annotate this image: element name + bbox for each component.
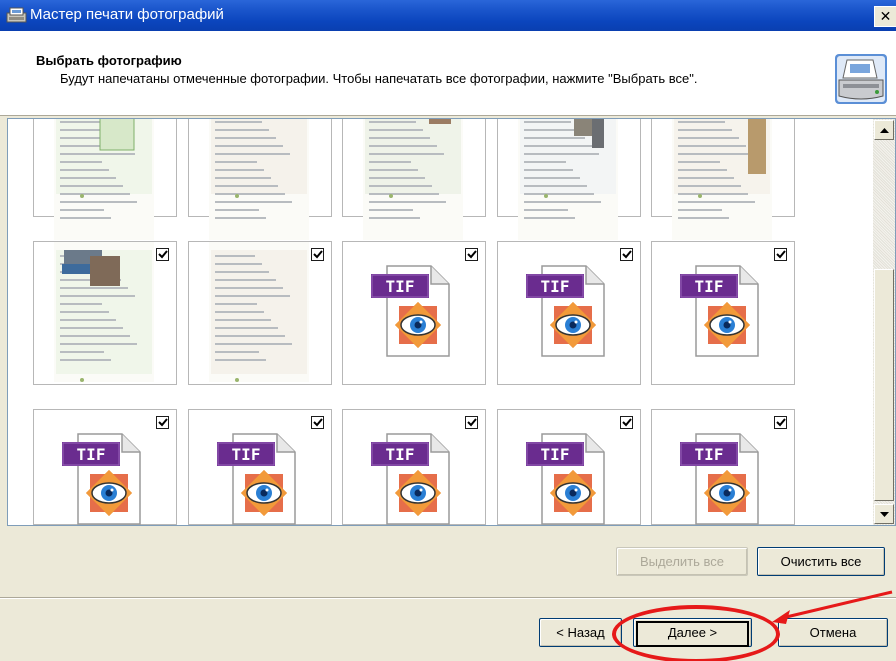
checkmark-icon <box>775 418 786 427</box>
tif-file-icon: TIF <box>680 433 759 525</box>
photo-thumbnail[interactable] <box>33 241 177 385</box>
scroll-down-button[interactable] <box>874 504 894 524</box>
checkmark-icon <box>312 250 323 259</box>
tif-label: TIF <box>386 277 415 296</box>
tif-label: TIF <box>695 277 724 296</box>
tif-file-icon: TIF <box>62 433 141 525</box>
vertical-scrollbar[interactable] <box>873 119 895 525</box>
printer-icon <box>835 54 887 104</box>
select-checkbox[interactable] <box>465 416 478 429</box>
tif-file-icon: TIF <box>217 433 296 525</box>
select-checkbox[interactable] <box>465 248 478 261</box>
photo-thumbnail[interactable]: TIF <box>497 409 641 525</box>
tif-file-icon: TIF <box>526 433 605 525</box>
tif-file-icon: TIF <box>371 265 450 357</box>
photo-thumbnail[interactable]: TIF <box>342 409 486 525</box>
document-page-preview <box>672 119 772 240</box>
document-page-preview <box>209 119 309 240</box>
document-page-preview <box>363 119 463 240</box>
photo-thumbnail[interactable] <box>497 119 641 240</box>
window-title: Мастер печати фотографий <box>30 6 224 23</box>
checkmark-icon <box>621 250 632 259</box>
page-description: Будут напечатаны отмеченные фотографии. … <box>60 71 698 86</box>
photo-thumbnail[interactable]: TIF <box>33 409 177 525</box>
select-checkbox[interactable] <box>156 248 169 261</box>
tif-label: TIF <box>541 445 570 464</box>
checkmark-icon <box>621 418 632 427</box>
scrollbar-thumb[interactable] <box>874 269 894 501</box>
close-button[interactable]: ✕ <box>874 6 896 27</box>
highlight-circle-annotation <box>612 605 780 661</box>
photo-thumbnail[interactable] <box>188 241 332 385</box>
clear-all-button[interactable]: Очистить все <box>757 547 885 576</box>
tif-label: TIF <box>541 277 570 296</box>
tif-label: TIF <box>386 445 415 464</box>
select-checkbox[interactable] <box>311 248 324 261</box>
photo-thumbnail[interactable]: TIF <box>651 409 795 525</box>
select-checkbox[interactable] <box>774 248 787 261</box>
tif-label: TIF <box>77 445 106 464</box>
scroll-up-button[interactable] <box>874 120 894 140</box>
checkmark-icon <box>312 418 323 427</box>
select-checkbox[interactable] <box>156 416 169 429</box>
title-bar: Мастер печати фотографий ✕ <box>0 0 896 31</box>
photo-thumbnail[interactable]: TIF <box>651 241 795 385</box>
back-label: < Назад <box>556 625 605 640</box>
select-all-label: Выделить все <box>639 554 725 569</box>
photo-thumbnail[interactable] <box>188 119 332 240</box>
photo-thumbnail[interactable]: TIF <box>342 241 486 385</box>
checkmark-icon <box>466 418 477 427</box>
checkmark-icon <box>157 250 168 259</box>
photo-thumbnail-list[interactable]: TIF TIF TIF TIF TIF TIF TIF TIF <box>7 118 896 526</box>
arrow-down-icon <box>879 511 889 517</box>
close-icon: ✕ <box>879 8 892 25</box>
document-page-preview <box>518 119 618 240</box>
checkmark-icon <box>157 418 168 427</box>
photo-thumbnail[interactable] <box>342 119 486 240</box>
photo-thumbnail[interactable] <box>651 119 795 240</box>
tif-file-icon: TIF <box>371 433 450 525</box>
photo-thumbnail[interactable]: TIF <box>497 241 641 385</box>
select-checkbox[interactable] <box>311 416 324 429</box>
checkmark-icon <box>775 250 786 259</box>
clear-all-label: Очистить все <box>780 554 862 569</box>
tif-file-icon: TIF <box>526 265 605 357</box>
arrow-annotation-icon <box>772 590 893 624</box>
photo-printer-icon <box>6 7 27 23</box>
select-all-button[interactable]: Выделить все <box>616 547 748 576</box>
page-title: Выбрать фотографию <box>36 53 182 68</box>
photo-thumbnail[interactable]: TIF <box>188 409 332 525</box>
photo-thumbnail[interactable] <box>33 119 177 240</box>
document-page-preview <box>209 242 309 382</box>
arrow-up-icon <box>879 127 889 133</box>
back-button[interactable]: < Назад <box>539 618 622 647</box>
document-page-preview <box>54 119 154 240</box>
wizard-header: Выбрать фотографию Будут напечатаны отме… <box>0 31 896 116</box>
tif-label: TIF <box>695 445 724 464</box>
tif-file-icon: TIF <box>680 265 759 357</box>
select-checkbox[interactable] <box>774 416 787 429</box>
select-checkbox[interactable] <box>620 416 633 429</box>
tif-label: TIF <box>232 445 261 464</box>
select-checkbox[interactable] <box>620 248 633 261</box>
checkmark-icon <box>466 250 477 259</box>
document-page-preview <box>54 242 154 382</box>
